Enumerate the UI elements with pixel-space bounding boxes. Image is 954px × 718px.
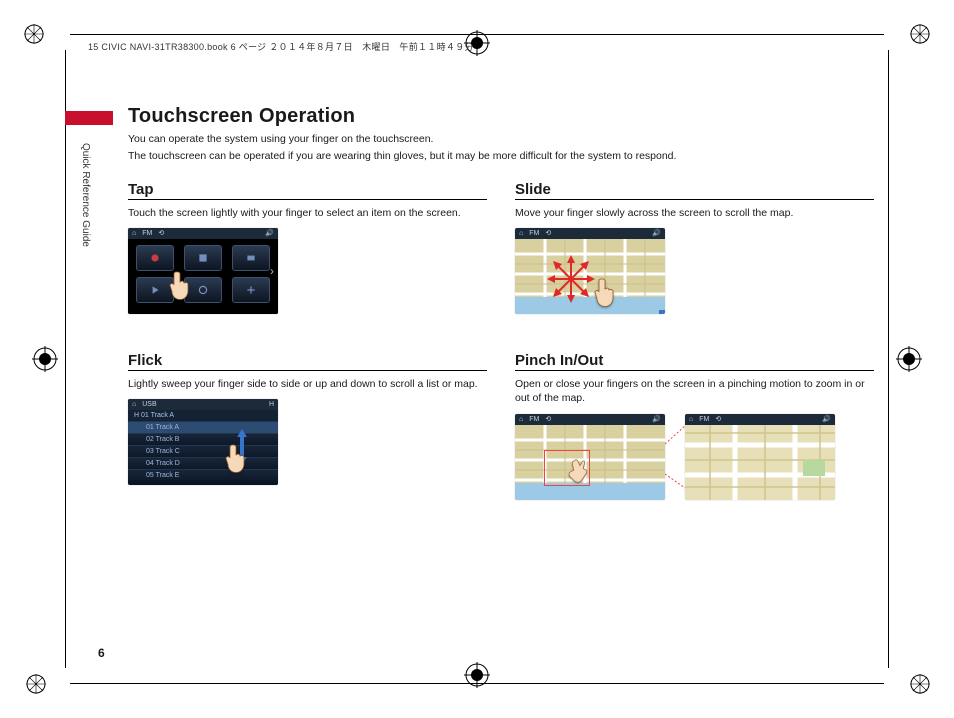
list-item: 04 Track D [128, 457, 278, 469]
bar-item: FM [142, 228, 152, 239]
section-rule [515, 370, 874, 371]
chapter-color-tab [65, 111, 113, 125]
section-tap: Tap Touch the screen lightly with your f… [128, 181, 487, 314]
status-bar: ⌂ FM ⟲ 🔊 [515, 228, 665, 239]
bar-item: H [269, 399, 274, 410]
grid-tile [136, 245, 174, 271]
bar-item: 🔊 [652, 414, 661, 425]
section-slide: Slide Move your finger slowly across the… [515, 181, 874, 314]
crop-line-right [888, 50, 889, 668]
status-bar: ⌂ FM ⟲ 🔊 [685, 414, 835, 425]
bar-item: FM [529, 414, 539, 425]
map-graphic [515, 239, 665, 314]
grid-tile [184, 277, 222, 303]
section-rule [128, 199, 487, 200]
bar-item: ⟲ [715, 414, 721, 425]
bar-item: ⌂ [132, 399, 136, 410]
right-column: Slide Move your finger slowly across the… [515, 181, 874, 658]
bar-item: 🔊 [822, 414, 831, 425]
bar-item: ⌂ [132, 228, 136, 239]
section-desc: Move your finger slowly across the scree… [515, 206, 874, 220]
pinch-after-illustration: ⌂ FM ⟲ 🔊 [685, 414, 835, 500]
bar-item: ⌂ [519, 414, 523, 425]
list-header: H 01 Track A [128, 410, 278, 421]
section-flick: Flick Lightly sweep your finger side to … [128, 352, 487, 485]
grid-tile [136, 277, 174, 303]
map-graphic [515, 425, 665, 500]
page-number: 6 [98, 646, 105, 660]
slide-illustration: ⌂ FM ⟲ 🔊 [515, 228, 665, 314]
section-heading: Tap [128, 181, 487, 198]
tap-illustration: ⌂ FM ⟲ 🔊 › [128, 228, 278, 314]
bar-item: ⌂ [689, 414, 693, 425]
section-rule [128, 370, 487, 371]
bar-item: ⟲ [545, 414, 551, 425]
map-graphic-zoomed [685, 425, 835, 500]
intro-line-1: You can operate the system using your fi… [128, 132, 874, 147]
registration-mark-icon [910, 674, 930, 694]
flick-illustration: ⌂ USB H H 01 Track A 01 Track A 02 Track… [128, 399, 278, 485]
track-list: H 01 Track A 01 Track A 02 Track B 03 Tr… [128, 410, 278, 485]
pinch-before-illustration: ⌂ FM ⟲ 🔊 [515, 414, 665, 500]
section-heading: Slide [515, 181, 874, 198]
status-bar: ⌂ FM ⟲ 🔊 [128, 228, 278, 239]
section-heading: Flick [128, 352, 487, 369]
list-item: 03 Track C [128, 445, 278, 457]
side-label: Quick Reference Guide [80, 143, 91, 247]
zoom-projection-lines-icon [665, 414, 685, 500]
bar-item: ⟲ [158, 228, 164, 239]
status-bar: ⌂ FM ⟲ 🔊 [515, 414, 665, 425]
page-title: Touchscreen Operation [128, 105, 874, 128]
grid-tile [232, 277, 270, 303]
pinch-illustration-pair: ⌂ FM ⟲ 🔊 [515, 414, 874, 500]
bar-item: FM [699, 414, 709, 425]
registration-mark-icon [910, 24, 930, 44]
left-column: Tap Touch the screen lightly with your f… [128, 181, 487, 658]
bar-item: FM [529, 228, 539, 239]
manual-page: 15 CIVIC NAVI-31TR38300.book 6 ページ ２０１４年… [0, 0, 954, 718]
section-desc: Touch the screen lightly with your finge… [128, 206, 487, 220]
print-slug: 15 CIVIC NAVI-31TR38300.book 6 ページ ２０１４年… [88, 40, 474, 53]
app-grid: › [128, 239, 278, 314]
bar-item: USB [142, 399, 156, 410]
section-rule [515, 199, 874, 200]
zoom-region-outline [545, 451, 589, 485]
two-column-layout: Tap Touch the screen lightly with your f… [128, 181, 874, 658]
bar-item: 🔊 [265, 228, 274, 239]
vertical-double-arrow-icon [234, 427, 250, 472]
status-bar: ⌂ USB H [128, 399, 278, 410]
registration-mark-icon [26, 674, 46, 694]
section-pinch: Pinch In/Out Open or close your fingers … [515, 352, 874, 499]
section-desc: Lightly sweep your finger side to side o… [128, 377, 487, 391]
bar-item: ⌂ [519, 228, 523, 239]
list-item: 01 Track A [128, 421, 278, 433]
registration-mark-icon [24, 24, 44, 44]
grid-tile [184, 245, 222, 271]
content-area: Quick Reference Guide Touchscreen Operat… [80, 105, 874, 658]
bar-item: 🔊 [652, 228, 661, 239]
crosshair-target-icon [32, 346, 58, 372]
intro-line-2: The touchscreen can be operated if you a… [128, 149, 874, 164]
crosshair-target-icon [896, 346, 922, 372]
crop-line-left [65, 50, 66, 668]
list-item: 02 Track B [128, 433, 278, 445]
list-item: 05 Track E [128, 469, 278, 481]
bar-item: ⟲ [545, 228, 551, 239]
chevron-right-icon: › [270, 264, 274, 278]
section-heading: Pinch In/Out [515, 352, 874, 369]
grid-tile [232, 245, 270, 271]
section-desc: Open or close your fingers on the screen… [515, 377, 874, 405]
crosshair-target-icon [464, 662, 490, 688]
